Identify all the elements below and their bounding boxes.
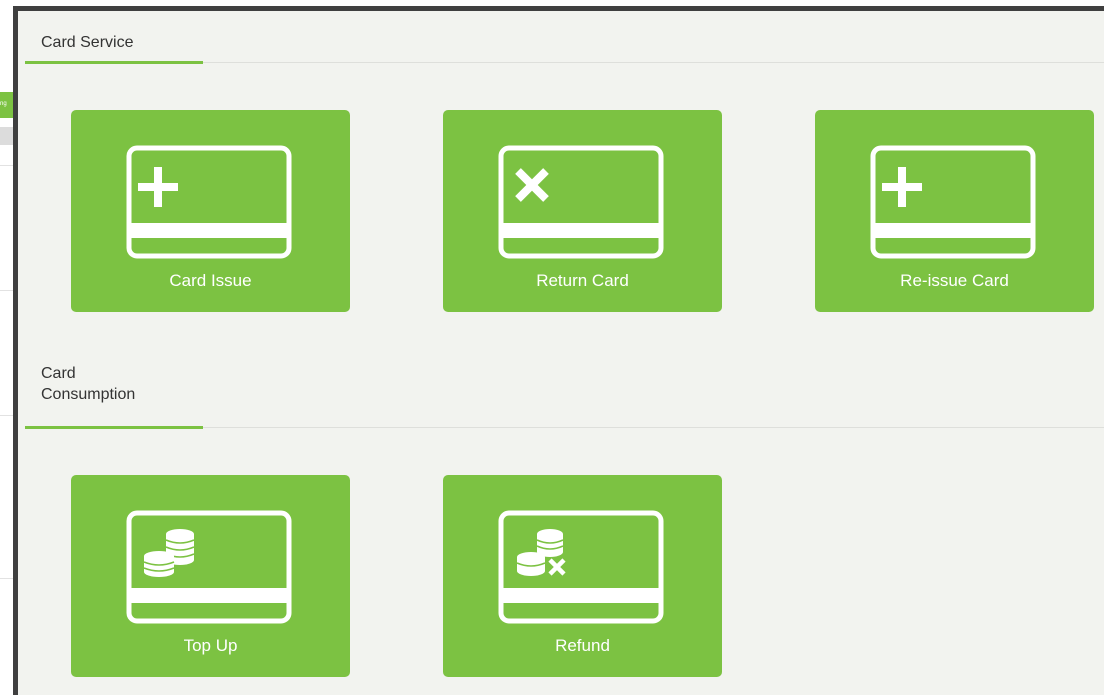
card-consumption-title-line1: Card	[41, 365, 76, 382]
background-grey-row	[0, 127, 14, 145]
card-coins-refund-icon	[498, 510, 664, 624]
tile-label: Refund	[555, 636, 610, 655]
card-issue-button[interactable]: Card Issue	[71, 110, 350, 312]
card-remove-icon	[498, 145, 664, 259]
top-up-button[interactable]: Top Up	[71, 475, 350, 677]
background-divider	[0, 578, 14, 579]
card-consumption-title: Card Consumption	[41, 363, 135, 405]
card-service-title: Card Service	[41, 34, 134, 51]
card-consumption-section-header: Card Consumption	[25, 356, 1104, 429]
card-add-icon	[126, 145, 292, 259]
background-divider	[0, 165, 14, 166]
card-service-section-header: Card Service	[25, 11, 1104, 64]
tile-label: Card Issue	[169, 271, 252, 290]
tile-label: Return Card	[536, 271, 629, 290]
card-consumption-title-line2: Consumption	[41, 386, 136, 403]
background-app-panel: ng	[0, 0, 14, 695]
section-active-underline	[25, 61, 203, 64]
background-green-tab-text: ng	[0, 101, 7, 107]
tile-label: Top Up	[183, 636, 238, 655]
card-operations-dialog: Card Service Card Issue Return Card Re-i…	[13, 6, 1104, 695]
refund-button[interactable]: Refund	[443, 475, 722, 677]
return-card-button[interactable]: Return Card	[443, 110, 722, 312]
card-coins-icon	[126, 510, 292, 624]
tile-label: Re-issue Card	[900, 271, 1009, 290]
background-divider	[0, 415, 14, 416]
section-active-underline	[25, 426, 203, 429]
reissue-card-button[interactable]: Re-issue Card	[815, 110, 1094, 312]
card-reissue-icon	[870, 145, 1036, 259]
background-divider	[0, 290, 14, 291]
